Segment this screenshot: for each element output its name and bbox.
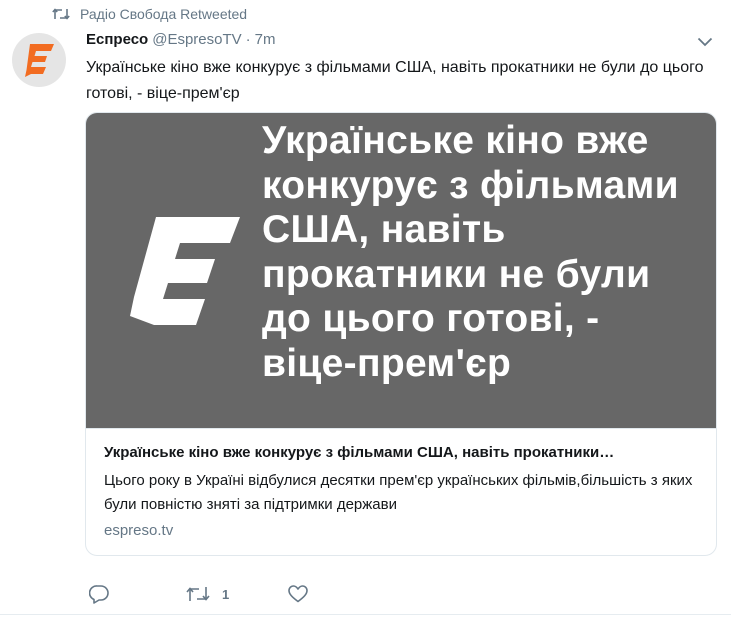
espreso-logo-icon [25,44,54,77]
espreso-logo-large-icon [130,217,240,325]
card-image-headline: Українське кіно вже конкурує з фільмами … [262,119,679,385]
retweet-notice: Радіо Свобода Retweeted [52,6,247,22]
card-description: Цього року в Україні відбулися десятки п… [104,472,693,513]
tweet-text: Українське кіно вже конкурує з фільмами … [86,59,704,102]
avatar[interactable] [12,33,66,87]
retweet-icon [52,8,70,20]
tweet-menu-button[interactable] [694,34,716,50]
tweet-header: Еспресо @EspresoTV · 7m [86,31,276,48]
card-title: Українське кіно вже конкурує з фільмами … [104,444,615,461]
reply-icon [89,585,109,604]
retweet-icon [186,587,210,601]
author-handle[interactable]: @EspresoTV [152,31,241,48]
header-separator: · [245,31,251,48]
card-body[interactable]: Українське кіно вже конкурує з фільмами … [86,428,716,539]
retweet-count: 1 [222,586,230,602]
card-domain: espreso.tv [104,522,174,539]
reply-button[interactable] [89,583,109,605]
card-image[interactable]: Українське кіно вже конкурує з фільмами … [86,113,716,428]
link-card[interactable]: Українське кіно вже конкурує з фільмами … [85,112,717,556]
retweet-button[interactable]: 1 [186,583,229,605]
like-button[interactable] [288,583,308,605]
heart-icon [288,585,308,603]
chevron-down-icon [697,37,713,47]
tweet-divider [0,614,731,615]
author-name[interactable]: Еспресо [86,31,148,48]
tweet-timestamp[interactable]: 7m [255,31,276,48]
retweet-notice-text[interactable]: Радіо Свобода Retweeted [80,6,247,22]
